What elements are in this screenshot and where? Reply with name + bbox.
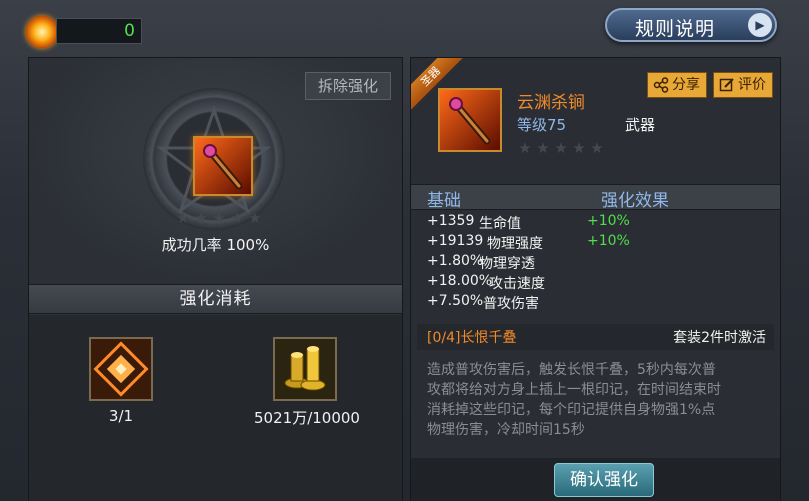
star-icon: ★	[212, 209, 226, 227]
star-icon: ★	[572, 139, 586, 157]
gold-coins-slot[interactable]	[273, 337, 337, 401]
success-rate: 成功几率 100%	[161, 236, 270, 254]
edit-icon	[719, 78, 734, 92]
enhance-item-slot[interactable]	[193, 136, 253, 196]
gold-coins-count: 5021万/10000	[254, 409, 360, 427]
set-description-line: 消耗掉这些印记，每个印记提供自身物强1%点	[427, 402, 716, 418]
share-button-label: 分享	[672, 77, 700, 93]
stat-name: 普攻伤害	[483, 296, 539, 312]
rules-button-label: 规则说明	[635, 18, 716, 40]
stats-header-base: 基础	[427, 191, 461, 211]
stat-row: +18.00% 攻击速度	[427, 273, 767, 293]
stat-row: +1.80% 物理穿透	[427, 253, 767, 273]
play-arrow-icon: ▶	[748, 13, 772, 37]
star-icon: ★	[248, 209, 262, 227]
stat-enhance: +10%	[587, 213, 630, 229]
set-bonus-bar: [0/4]长恨千叠 套装2件时激活	[417, 324, 774, 350]
set-description-line: 造成普攻伤害后，触发长恨千叠，5秒内每次普	[427, 362, 716, 378]
item-name: 云渊杀锏	[517, 93, 585, 113]
enhance-stars: ★ ★ ★ ★ ★	[175, 210, 263, 226]
enhance-screen: 0 规则说明 ▶ 拆除强化 ★ ★ ★ ★ ★ 成功几率 100% 强化消耗 3…	[0, 0, 809, 501]
enhance-slot-area: 拆除强化 ★ ★ ★ ★ ★ 成功几率 100%	[29, 58, 402, 284]
share-icon	[653, 77, 669, 93]
stat-value: +19139	[427, 233, 484, 249]
stat-row: +7.50% 普攻伤害	[427, 293, 767, 313]
set-description-line: 物理伤害，冷却时间15秒	[427, 422, 585, 438]
star-icon: ★	[590, 139, 604, 157]
set-name: [0/4]长恨千叠	[427, 330, 517, 346]
gold-coins-icon	[275, 339, 335, 399]
star-icon: ★	[536, 139, 550, 157]
review-button[interactable]: 评价	[713, 72, 773, 98]
mace-weapon-icon	[440, 90, 500, 150]
stat-value: +7.50%	[427, 293, 484, 309]
mace-weapon-icon	[195, 138, 251, 194]
remove-enhance-button[interactable]: 拆除强化	[305, 72, 391, 100]
star-icon: ★	[554, 139, 568, 157]
share-button[interactable]: 分享	[647, 72, 707, 98]
stat-value: +18.00%	[427, 273, 493, 289]
stat-value: +1359	[427, 213, 475, 229]
stat-row: +19139 物理强度 +10%	[427, 233, 767, 253]
item-stars: ★ ★ ★ ★ ★	[517, 140, 605, 156]
set-condition: 套装2件时激活	[673, 330, 766, 346]
review-button-label: 评价	[738, 77, 766, 93]
star-icon: ★	[194, 209, 208, 227]
star-icon: ★	[230, 209, 244, 227]
top-bar: 0 规则说明 ▶	[0, 0, 809, 56]
gold-orb-icon	[26, 16, 58, 48]
item-level: 等级75	[517, 116, 567, 134]
stat-name: 物理穿透	[479, 256, 535, 272]
confirm-bar: 确认强化	[411, 458, 780, 501]
stat-enhance: +10%	[587, 233, 630, 249]
item-detail-panel: 圣器 云渊杀锏 等级75 武器 ★ ★ ★ ★ ★ 分享 评价 基础 强化效果 …	[410, 57, 781, 501]
stat-name: 攻击速度	[489, 276, 545, 292]
cost-area: 3/1 5021万/10000	[29, 315, 402, 501]
star-icon: ★	[518, 139, 532, 157]
enhance-stone-count: 3/1	[108, 407, 134, 425]
cost-header: 强化消耗	[29, 284, 402, 314]
item-icon[interactable]	[438, 88, 502, 152]
currency-display: 0	[56, 18, 142, 44]
stat-row: +1359 生命值 +10%	[427, 213, 767, 233]
stats-header-enhance: 强化效果	[601, 191, 669, 211]
set-description-line: 攻都将给对方身上插上一根印记，在时间结束时	[427, 382, 721, 398]
stats-header: 基础 强化效果	[411, 184, 780, 211]
enhance-stone-slot[interactable]	[89, 337, 153, 401]
set-description: 造成普攻伤害后，触发长恨千叠，5秒内每次普 攻都将给对方身上插上一根印记，在时间…	[427, 360, 777, 440]
confirm-enhance-button[interactable]: 确认强化	[554, 463, 654, 497]
enhance-panel: 拆除强化 ★ ★ ★ ★ ★ 成功几率 100% 强化消耗 3/1 5021万/…	[28, 57, 403, 501]
enhance-stone-icon	[91, 339, 151, 399]
stat-value: +1.80%	[427, 253, 484, 269]
star-icon: ★	[176, 209, 190, 227]
item-type: 武器	[625, 116, 656, 134]
currency-value: 0	[124, 21, 135, 41]
stat-name: 物理强度	[487, 236, 543, 252]
stat-name: 生命值	[479, 216, 521, 232]
rules-button[interactable]: 规则说明 ▶	[605, 8, 777, 42]
